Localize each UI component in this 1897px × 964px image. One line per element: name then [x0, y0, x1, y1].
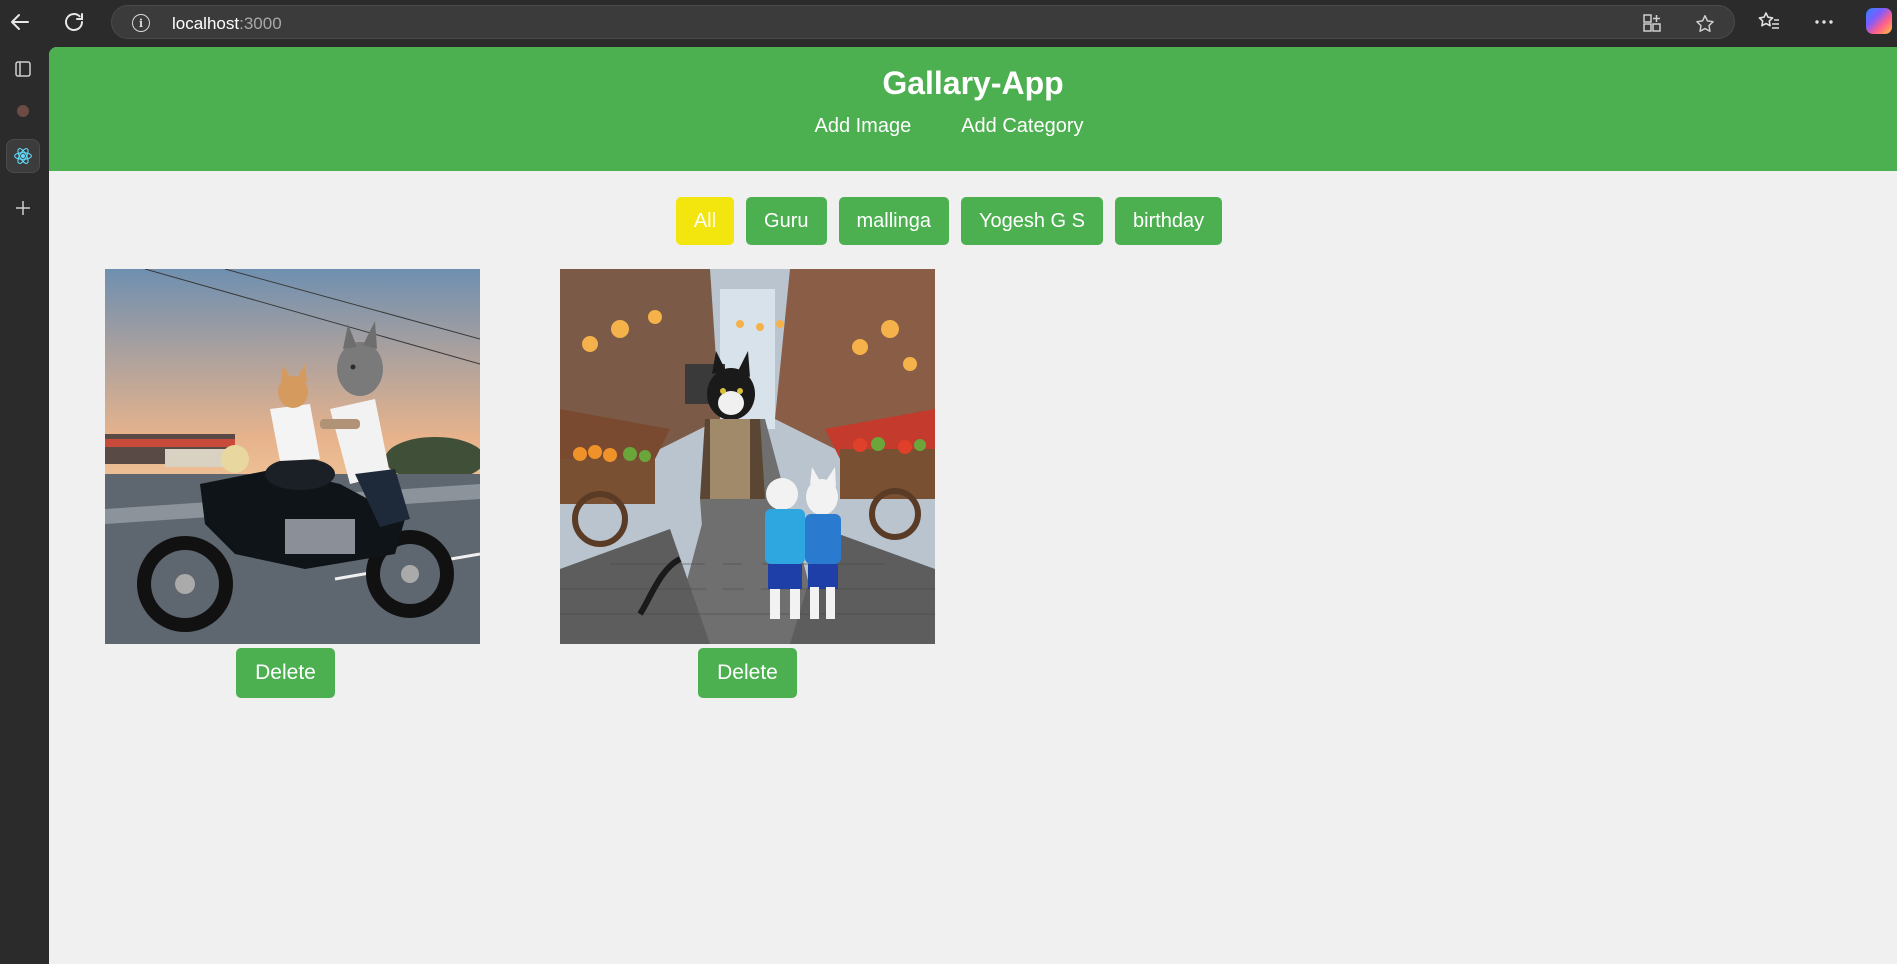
- browser-sidebar: [0, 44, 48, 964]
- filter-guru-button[interactable]: Guru: [746, 197, 827, 245]
- add-category-link[interactable]: Add Category: [961, 115, 1083, 138]
- more-options-icon[interactable]: [1812, 10, 1836, 34]
- app-install-icon[interactable]: [1642, 13, 1662, 33]
- refresh-icon[interactable]: [60, 8, 88, 36]
- page-viewport: Gallary-App Add Image Add Category All G…: [49, 47, 1897, 964]
- image-gallery: Delete Delete: [49, 269, 1897, 709]
- url-text: localhost:3000: [172, 14, 282, 34]
- delete-button[interactable]: Delete: [236, 648, 335, 698]
- filter-all-button[interactable]: All: [675, 197, 735, 245]
- url-port: :3000: [239, 14, 282, 33]
- gallery-card: Delete: [105, 269, 480, 698]
- filter-yogesh-button[interactable]: Yogesh G S: [961, 197, 1104, 245]
- tab-actions-icon[interactable]: [6, 52, 40, 86]
- address-bar[interactable]: i localhost:3000: [111, 5, 1735, 39]
- add-image-link[interactable]: Add Image: [814, 115, 911, 138]
- favorite-star-icon[interactable]: [1694, 13, 1714, 33]
- app-nav: Add Image Add Category: [49, 115, 1897, 138]
- url-host: localhost: [172, 14, 240, 33]
- filter-birthday-button[interactable]: birthday: [1115, 197, 1223, 245]
- back-arrow-icon[interactable]: [6, 8, 34, 36]
- react-tab-icon[interactable]: [6, 139, 40, 173]
- profile-dot-icon[interactable]: [6, 94, 40, 128]
- app-title: Gallary-App: [882, 65, 1064, 101]
- copilot-icon[interactable]: [1866, 8, 1892, 34]
- browser-toolbar: i localhost:3000: [0, 0, 1897, 44]
- filter-mallinga-button[interactable]: mallinga: [838, 197, 949, 245]
- delete-button[interactable]: Delete: [698, 648, 797, 698]
- site-info-icon[interactable]: i: [132, 14, 150, 32]
- gallery-image: [105, 269, 480, 644]
- favorites-icon[interactable]: [1757, 10, 1781, 34]
- gallery-card: Delete: [560, 269, 935, 698]
- app-header: Gallary-App Add Image Add Category: [49, 47, 1897, 171]
- add-tab-icon[interactable]: [6, 191, 40, 225]
- category-filters: All Guru mallinga Yogesh G S birthday: [49, 197, 1897, 245]
- gallery-image: [560, 269, 935, 644]
